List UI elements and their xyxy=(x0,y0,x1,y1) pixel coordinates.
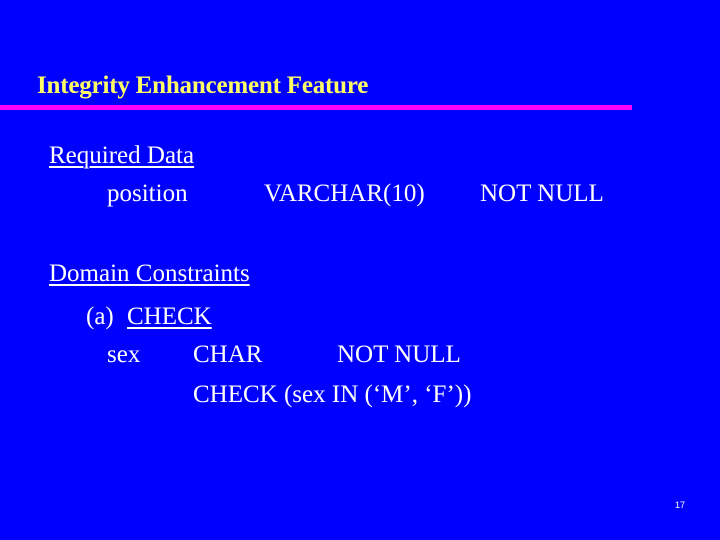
page-number: 17 xyxy=(675,500,686,510)
domain-item-heading: CHECK xyxy=(127,303,212,330)
slide-title: Integrity Enhancement Feature xyxy=(37,72,369,99)
domain-check-clause: CHECK (sex IN (‘M’, ‘F’)) xyxy=(193,381,472,408)
required-data-heading: Required Data xyxy=(49,142,195,169)
domain-item-label: (a) xyxy=(86,303,114,330)
title-underline-rule xyxy=(0,105,632,110)
domain-type: CHAR xyxy=(193,341,263,368)
required-data-constraint: NOT NULL xyxy=(480,180,604,207)
domain-column: sex xyxy=(107,341,141,368)
required-data-column: position xyxy=(107,180,188,207)
slide: Integrity Enhancement Feature Required D… xyxy=(0,0,720,540)
domain-constraint: NOT NULL xyxy=(337,341,461,368)
required-data-type: VARCHAR(10) xyxy=(264,180,425,207)
domain-constraints-heading: Domain Constraints xyxy=(49,260,250,287)
